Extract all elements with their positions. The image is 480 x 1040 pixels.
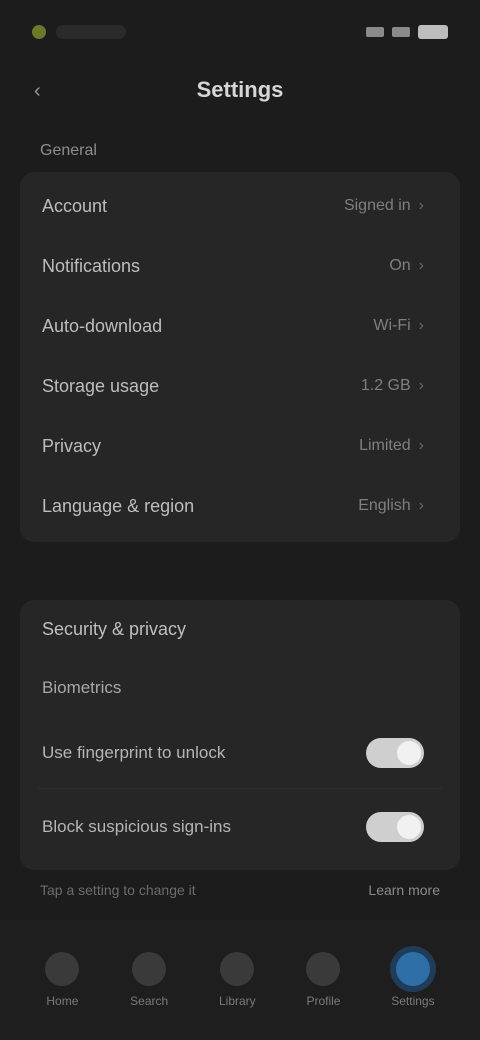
gear-icon	[395, 952, 430, 986]
setting-row[interactable]: Storage usage 1.2 GB ›	[20, 356, 460, 416]
wifi-icon	[392, 27, 410, 37]
setting-value-text: Signed in	[343, 197, 411, 214]
section-label-general: General	[40, 142, 97, 159]
status-right	[366, 25, 448, 39]
tab-library[interactable]: Library	[219, 952, 256, 1008]
status-left	[32, 25, 126, 39]
signal-icon	[366, 27, 384, 37]
tab-label: Search	[130, 994, 169, 1008]
tab-label: Profile	[306, 994, 341, 1008]
tip-row: Tap a setting to change it Learn more	[40, 880, 440, 900]
setting-value: 1.2 GB ›	[361, 377, 424, 395]
back-button[interactable]: ‹	[34, 80, 41, 103]
app-indicator-icon	[32, 25, 46, 39]
setting-value: Wi‑Fi ›	[373, 317, 424, 335]
setting-value: Limited ›	[359, 437, 424, 455]
tip-text: Tap a setting to change it	[40, 882, 196, 898]
setting-value-text: On	[389, 257, 411, 274]
general-settings-card: Account Signed in › Notifications On › A…	[20, 172, 460, 542]
chevron-right-icon: ›	[418, 257, 424, 274]
setting-label: Account	[42, 195, 108, 216]
setting-value-text: Limited	[359, 437, 411, 454]
tab-settings[interactable]: Settings	[391, 952, 435, 1008]
setting-row[interactable]: Account Signed in ›	[20, 176, 460, 236]
tab-home[interactable]: Home	[45, 952, 80, 1008]
setting-row[interactable]: Language & region English ›	[20, 476, 460, 536]
biometrics-row[interactable]: Biometrics	[20, 658, 460, 718]
status-text	[56, 25, 126, 39]
tab-search[interactable]: Search	[130, 952, 168, 1008]
setting-value-text: 1.2 GB	[360, 377, 411, 394]
security-title: Security & privacy	[42, 618, 187, 639]
setting-label: Auto-download	[42, 315, 163, 336]
library-icon	[220, 952, 255, 986]
chevron-right-icon: ›	[418, 317, 424, 334]
setting-label: Notifications	[42, 255, 141, 276]
chevron-right-icon: ›	[418, 437, 424, 454]
setting-value: On ›	[389, 257, 424, 275]
fingerprint-toggle[interactable]	[366, 738, 424, 768]
setting-label: Privacy	[42, 435, 102, 456]
fingerprint-label: Use fingerprint to unlock	[42, 743, 226, 762]
setting-value: English ›	[358, 497, 424, 515]
setting-row[interactable]: Auto-download Wi‑Fi ›	[20, 296, 460, 356]
setting-value-text: English	[358, 497, 411, 514]
battery-icon	[418, 25, 448, 39]
chevron-right-icon: ›	[418, 497, 424, 514]
learn-more-link[interactable]: Learn more	[368, 882, 440, 898]
security-header: Security & privacy	[20, 600, 460, 658]
tab-label: Home	[46, 994, 79, 1008]
tab-label: Library	[218, 994, 256, 1008]
setting-value-text: Wi‑Fi	[373, 317, 411, 334]
block-signins-row[interactable]: Block suspicious sign-ins	[20, 789, 460, 865]
bottom-tab-bar: Home Search Library Profile Settings	[0, 920, 480, 1040]
profile-icon	[306, 952, 341, 986]
tab-label: Settings	[391, 994, 435, 1008]
setting-value: Signed in ›	[344, 197, 424, 215]
chevron-right-icon: ›	[418, 197, 424, 214]
status-bar	[0, 0, 480, 64]
setting-label: Storage usage	[42, 375, 160, 396]
home-icon	[45, 952, 80, 986]
title-bar: ‹ Settings	[0, 64, 480, 116]
setting-row[interactable]: Notifications On ›	[20, 236, 460, 296]
chevron-right-icon: ›	[418, 377, 424, 394]
biometrics-label: Biometrics	[42, 678, 122, 697]
search-icon	[132, 952, 167, 986]
page-title: Settings	[196, 77, 284, 102]
security-card: Security & privacy Biometrics Use finger…	[20, 600, 460, 870]
setting-label: Language & region	[42, 495, 195, 516]
block-signins-toggle[interactable]	[366, 812, 424, 842]
tab-profile[interactable]: Profile	[306, 952, 340, 1008]
setting-row[interactable]: Privacy Limited ›	[20, 416, 460, 476]
fingerprint-row[interactable]: Use fingerprint to unlock	[20, 718, 460, 788]
block-signins-label: Block suspicious sign-ins	[42, 817, 231, 836]
